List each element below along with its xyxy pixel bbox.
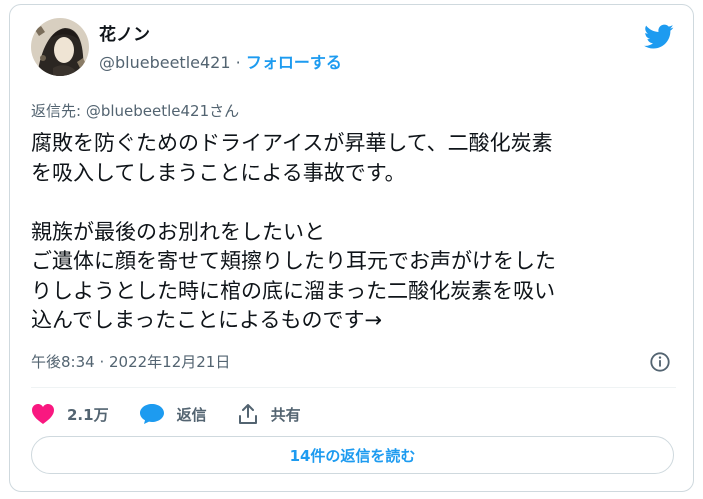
user-handle[interactable]: @bluebeetle421 xyxy=(99,53,231,72)
read-replies-button[interactable]: 14件の返信を読む xyxy=(31,436,674,474)
share-button[interactable]: 共有 xyxy=(237,403,301,425)
twitter-bird-icon[interactable] xyxy=(644,24,674,50)
separator: · xyxy=(235,53,241,72)
action-bar: 2.1万 返信 共有 xyxy=(31,401,331,427)
share-icon xyxy=(238,404,257,424)
handle-row: @bluebeetle421 · フォローする xyxy=(99,53,342,73)
follow-button[interactable]: フォローする xyxy=(246,53,342,72)
info-icon[interactable] xyxy=(649,351,671,373)
reply-to-label: 返信先: @bluebeetle421さん xyxy=(31,102,240,120)
share-label: 共有 xyxy=(270,405,301,424)
divider xyxy=(31,387,676,388)
user-name[interactable]: 花ノン xyxy=(99,25,150,45)
like-button[interactable]: 2.1万 xyxy=(31,403,109,425)
reply-label: 返信 xyxy=(176,405,207,424)
timestamp[interactable]: 午後8:34 · 2022年12月21日 xyxy=(31,352,230,372)
tweet-card: 花ノン @bluebeetle421 · フォローする 返信先: @bluebe… xyxy=(9,4,694,492)
heart-icon xyxy=(32,404,54,424)
avatar[interactable] xyxy=(31,18,89,76)
like-count: 2.1万 xyxy=(67,405,109,424)
tweet-text: 腐敗を防ぐためのドライアイスが昇華して、二酸化炭素 を吸入してしまうことによる事… xyxy=(31,131,556,332)
reply-button[interactable]: 返信 xyxy=(139,403,207,425)
speech-bubble-icon xyxy=(139,404,164,424)
